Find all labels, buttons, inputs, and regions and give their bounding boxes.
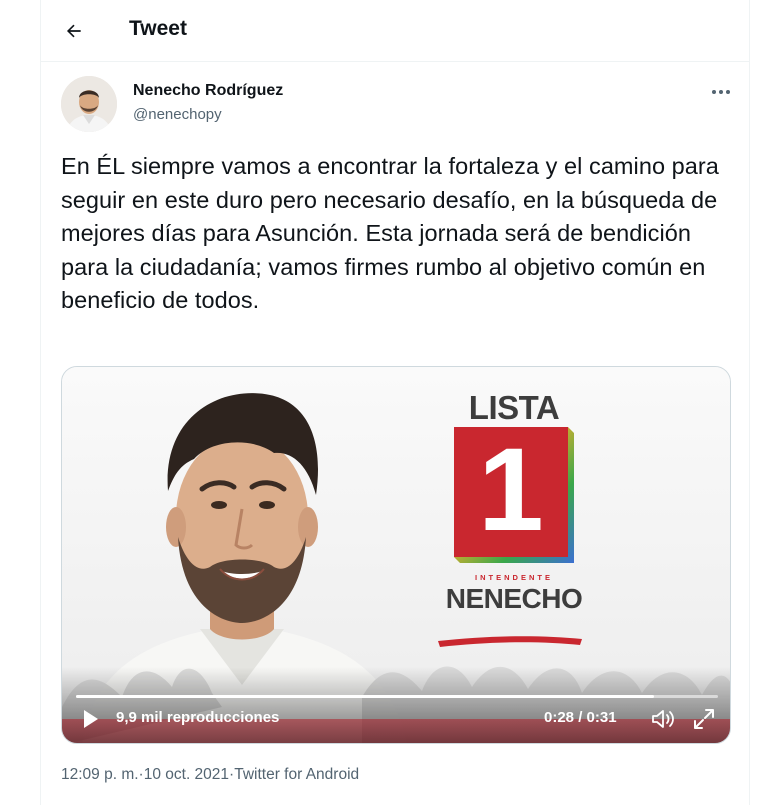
volume-icon (652, 710, 674, 728)
view-count: 9,9 mil reproducciones (116, 709, 280, 726)
back-arrow-icon (66, 24, 81, 38)
brand-number-box: 1 (454, 427, 568, 557)
author-handle[interactable]: @nenechopy (133, 106, 222, 123)
progress-bar[interactable] (76, 695, 718, 698)
tweet-metadata: 12:09 p. m. · 10 oct. 2021 · Twitter for… (61, 766, 359, 784)
fullscreen-icon (694, 709, 714, 729)
tweet-column: Tweet Nenecho Rodríguez @nenechopy En ÉL… (40, 0, 750, 805)
more-icon (712, 90, 730, 94)
tweet-time[interactable]: 12:09 p. m. (61, 766, 139, 784)
brand-number: 1 (478, 424, 544, 556)
brand-name-label: NENECHO (445, 583, 583, 614)
tweet-text: En ÉL siempre vamos a encontrar la forta… (61, 153, 719, 313)
video-poster (62, 367, 730, 743)
brand-lista-label: LISTA (468, 389, 560, 426)
video-player[interactable]: LISTA 1 INTENDENTE NENECHO 9,9 mil repro… (61, 366, 731, 744)
page-title: Tweet (129, 17, 187, 40)
play-button[interactable] (78, 707, 102, 731)
top-bar: Tweet (41, 0, 749, 62)
fullscreen-button[interactable] (692, 707, 716, 731)
playback-time: 0:28 / 0:31 (544, 709, 617, 726)
progress-fill (76, 695, 654, 698)
volume-button[interactable] (650, 707, 676, 731)
back-button[interactable] (59, 16, 89, 46)
tweet-date[interactable]: 10 oct. 2021 (144, 766, 229, 784)
video-controls: 9,9 mil reproducciones 0:28 / 0:31 (62, 695, 730, 743)
tweet-source[interactable]: Twitter for Android (234, 766, 359, 784)
brand-role-label: INTENDENTE (475, 573, 553, 582)
avatar[interactable] (61, 76, 117, 132)
play-icon (84, 710, 98, 728)
author-name[interactable]: Nenecho Rodríguez (133, 82, 283, 100)
more-button[interactable] (707, 80, 735, 104)
avatar-image (61, 76, 117, 132)
